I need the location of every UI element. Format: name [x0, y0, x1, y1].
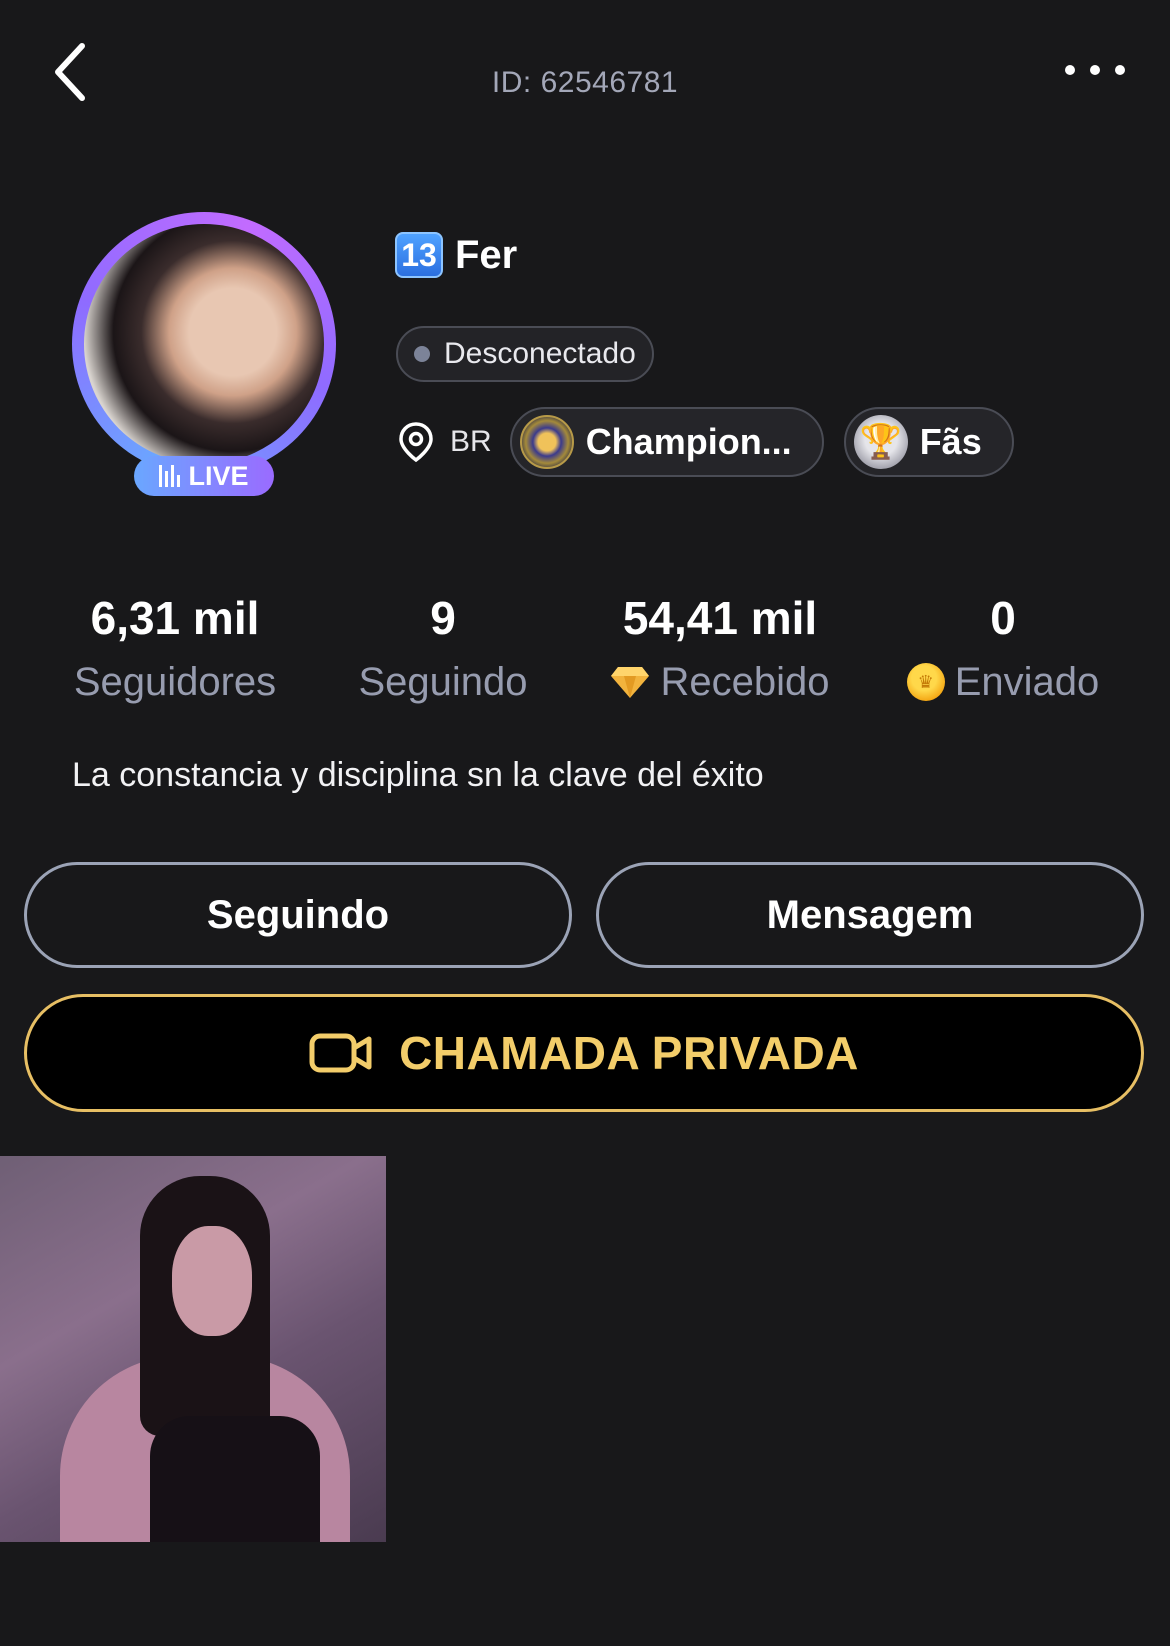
following-button[interactable]: Seguindo: [24, 862, 572, 968]
stat-value: 6,31 mil: [90, 592, 260, 644]
live-label: LIVE: [188, 460, 249, 491]
stat-label-text: Recebido: [660, 660, 830, 704]
stat-following[interactable]: 9 Seguindo: [345, 590, 541, 710]
status-label: Desconectado: [444, 337, 636, 370]
user-name: Fer: [455, 232, 518, 277]
champion-badge-label: Champion...: [585, 421, 792, 462]
gallery-photo[interactable]: [0, 1156, 386, 1542]
stat-received[interactable]: 54,41 mil Recebido: [596, 590, 844, 710]
coin-icon: ♛: [906, 663, 945, 701]
gem-icon: [611, 667, 650, 698]
stat-followers[interactable]: 6,31 mil Seguidores: [60, 590, 290, 710]
stat-label: Recebido: [596, 654, 844, 710]
stat-value: 54,41 mil: [622, 592, 818, 644]
profile-avatar[interactable]: LIVE: [72, 212, 336, 496]
photo-shape: [150, 1416, 320, 1542]
status-dot-icon: [414, 346, 430, 362]
user-id-label: ID: 62546781: [491, 66, 679, 99]
stat-label: Seguindo: [345, 654, 541, 710]
profile-meta-row: BR Champion... 🏆 Fãs: [396, 406, 1014, 478]
stat-label-text: Seguindo: [358, 660, 528, 704]
stat-label-text: Enviado: [954, 660, 1100, 704]
private-call-button[interactable]: CHAMADA PRIVADA: [24, 994, 1144, 1112]
stat-value: 0: [990, 592, 1016, 644]
action-buttons: Seguindo Mensagem: [24, 862, 1144, 970]
more-options-button[interactable]: [1060, 60, 1140, 90]
live-bars-icon: [159, 465, 181, 487]
champion-medal-icon: [519, 415, 574, 469]
fans-badge-label: Fãs: [919, 421, 982, 462]
name-row: 13 Fer: [395, 232, 517, 278]
private-call-label: CHAMADA PRIVADA: [399, 1027, 859, 1079]
top-bar: ID: 62546781: [0, 0, 1170, 160]
fans-badge[interactable]: 🏆 Fãs: [843, 407, 1014, 477]
status-badge: Desconectado: [396, 326, 654, 382]
stat-sent[interactable]: 0 ♛ Enviado: [890, 590, 1116, 710]
video-camera-icon: [309, 1033, 372, 1073]
avatar-image: [84, 224, 324, 464]
level-badge: 13: [395, 232, 443, 278]
stats-row: 6,31 mil Seguidores 9 Seguindo 54,41 mil…: [0, 590, 1170, 720]
stat-label-text: Seguidores: [73, 660, 277, 704]
message-button[interactable]: Mensagem: [596, 862, 1144, 968]
location-pin-icon: [399, 422, 433, 463]
champion-badge[interactable]: Champion...: [509, 407, 824, 477]
trophy-icon: 🏆: [853, 415, 908, 469]
country-code: BR: [450, 425, 492, 458]
more-horizontal-icon: [1065, 65, 1125, 75]
stat-label: Seguidores: [60, 654, 290, 710]
live-badge[interactable]: LIVE: [134, 456, 274, 496]
photo-shape: [172, 1226, 252, 1336]
stat-label: ♛ Enviado: [890, 654, 1116, 710]
profile-bio: La constancia y disciplina sn la clave d…: [72, 756, 764, 794]
stat-value: 9: [430, 592, 456, 644]
